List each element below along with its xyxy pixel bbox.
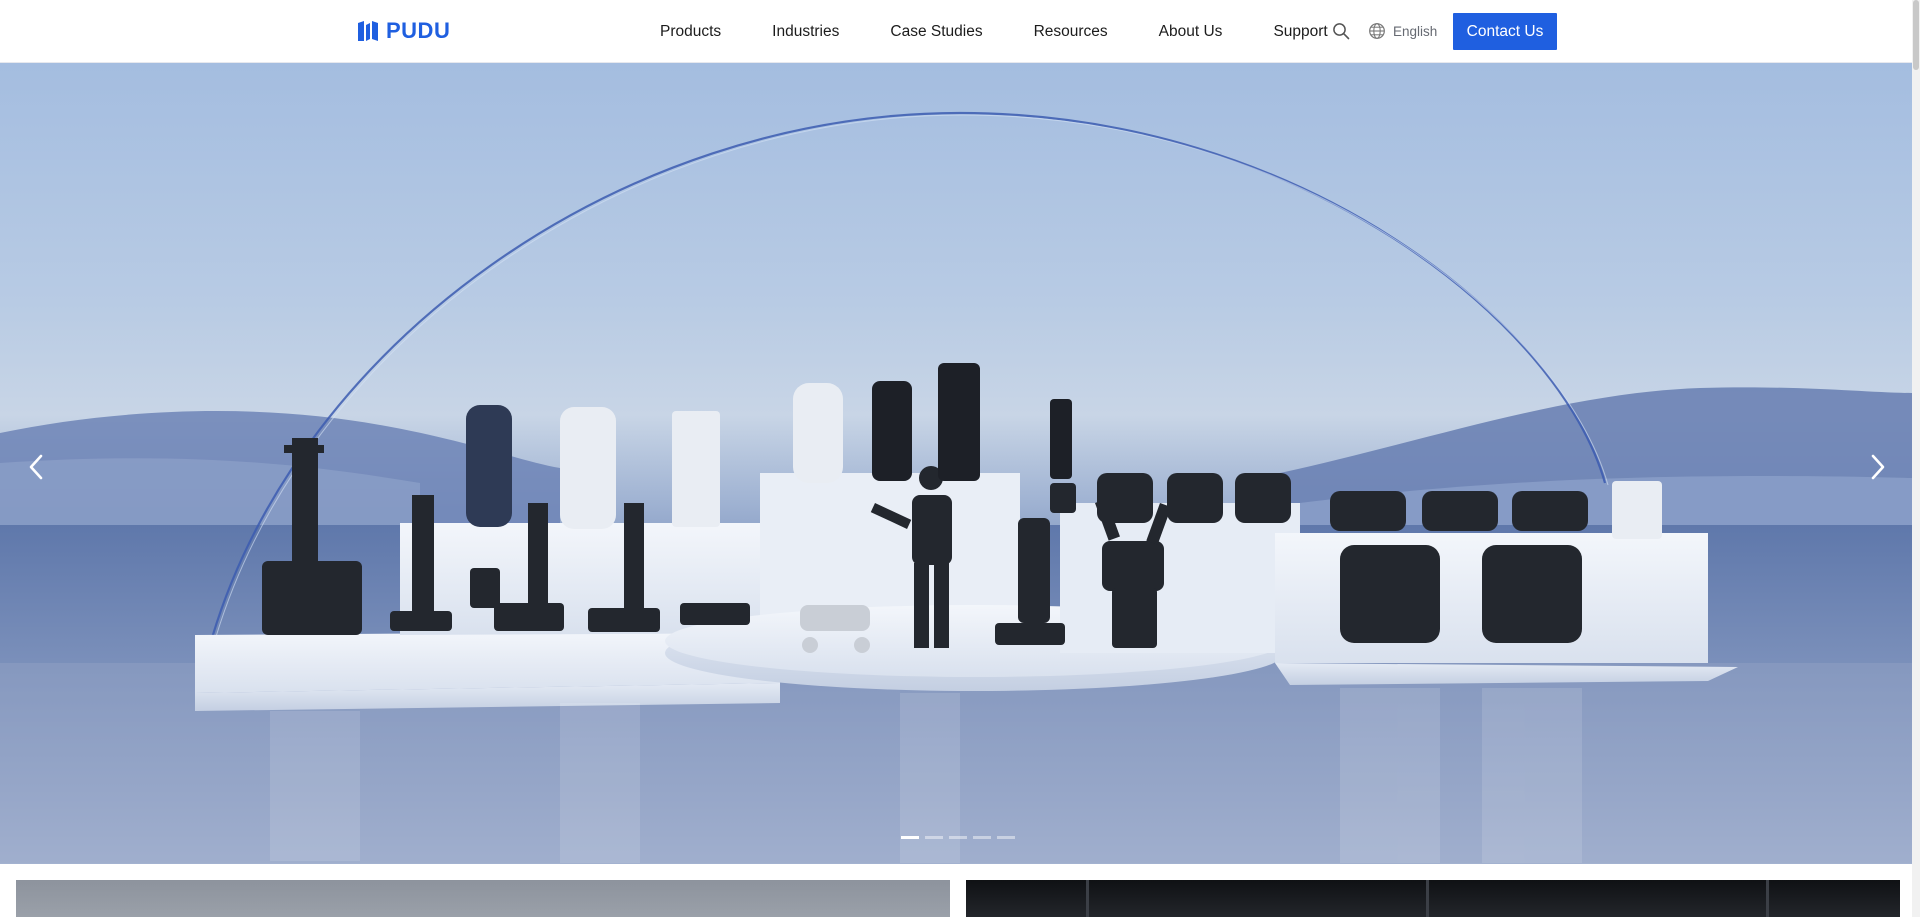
card-decor-beam [1766, 880, 1769, 917]
carousel-dot-5[interactable] [997, 836, 1015, 839]
contact-us-button[interactable]: Contact Us [1453, 13, 1557, 50]
nav-about-us[interactable]: About Us [1159, 23, 1223, 41]
language-label: English [1393, 23, 1438, 39]
site-header: PUDU Products Industries Case Studies Re… [0, 0, 1920, 63]
hero-carousel [0, 63, 1912, 864]
chevron-left-icon [29, 454, 43, 480]
card-decor-beam [1426, 880, 1429, 917]
carousel-dot-2[interactable] [925, 836, 943, 839]
language-selector[interactable]: English [1368, 21, 1437, 41]
nav-case-studies[interactable]: Case Studies [890, 23, 982, 41]
main-nav: Products Industries Case Studies Resourc… [660, 0, 1328, 63]
card-decor-beam [1086, 880, 1089, 917]
carousel-dot-3[interactable] [949, 836, 967, 839]
globe-icon [1369, 23, 1385, 39]
page-scrollbar[interactable] [1912, 0, 1920, 917]
chevron-right-icon [1871, 454, 1885, 480]
search-icon[interactable] [1332, 22, 1350, 40]
carousel-dot-4[interactable] [973, 836, 991, 839]
pudu-logo-mark-icon [358, 21, 378, 41]
carousel-pagination [901, 836, 1015, 839]
nav-products[interactable]: Products [660, 23, 721, 41]
scrollbar-thumb[interactable] [1913, 0, 1919, 70]
logo-text: PUDU [386, 18, 451, 43]
feature-card-1[interactable] [16, 880, 950, 917]
carousel-dot-1[interactable] [901, 836, 919, 839]
feature-card-2[interactable] [966, 880, 1900, 917]
pudu-logo[interactable]: PUDU [357, 20, 450, 42]
nav-resources[interactable]: Resources [1034, 23, 1108, 41]
nav-industries[interactable]: Industries [772, 23, 839, 41]
carousel-prev-button[interactable] [16, 447, 56, 487]
hero-image [0, 111, 1912, 864]
nav-support[interactable]: Support [1273, 23, 1327, 41]
carousel-next-button[interactable] [1858, 447, 1898, 487]
